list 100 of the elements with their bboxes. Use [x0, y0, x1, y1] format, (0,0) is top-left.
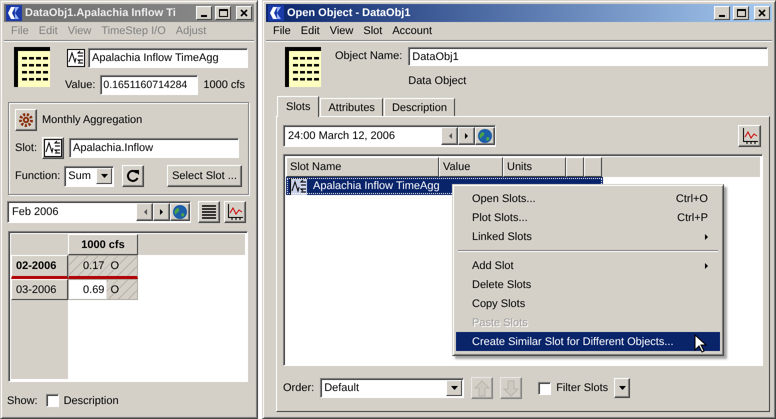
column-header: Units: [503, 157, 566, 177]
date-picker[interactable]: Feb 2006: [7, 201, 191, 223]
menu-item[interactable]: Account: [387, 25, 438, 37]
row-header[interactable]: 02-2006: [11, 255, 68, 279]
menu-item[interactable]: Linked Slots: [456, 227, 720, 246]
row-header[interactable]: 03-2006: [11, 279, 68, 300]
next-button[interactable]: [458, 127, 475, 145]
slot-label: Slot:: [15, 142, 38, 154]
right-arrow-icon: [465, 133, 468, 139]
globe-button[interactable]: [475, 127, 495, 145]
slot-name-field[interactable]: Apalachia Inflow TimeAgg: [88, 48, 248, 68]
description-checkbox[interactable]: [46, 394, 59, 407]
object-type-label: Data Object: [408, 75, 468, 87]
data-object-icon: [285, 47, 321, 87]
close-button[interactable]: [236, 6, 252, 20]
slot-type-button[interactable]: [65, 47, 86, 68]
list-view-button[interactable]: [198, 201, 220, 223]
close-icon: [758, 9, 766, 17]
globe-icon: [477, 128, 493, 144]
order-label: Order:: [283, 382, 314, 394]
checkbox-label: Description: [64, 394, 119, 406]
slot-name: Apalachia Inflow TimeAgg: [313, 180, 440, 192]
filter-options-button[interactable]: [614, 378, 630, 398]
value-label: Value:: [65, 79, 96, 91]
show-label: Show:: [7, 394, 38, 406]
gear-icon: [18, 112, 34, 128]
maximize-button[interactable]: [733, 6, 749, 20]
tab[interactable]: Description: [384, 98, 455, 116]
filter-checkbox[interactable]: [538, 382, 552, 394]
value-field[interactable]: 0.1651160714284: [100, 75, 198, 95]
submenu-arrow-icon: [705, 262, 708, 268]
maximize-button[interactable]: [215, 6, 231, 20]
select-slot-button[interactable]: Select Slot ...: [167, 165, 242, 187]
function-dropdown[interactable]: Sum: [64, 166, 114, 186]
menu-item[interactable]: Plot Slots... Ctrl+P: [456, 208, 720, 227]
app-logo-icon: [6, 5, 22, 21]
order-dropdown[interactable]: Default: [320, 378, 464, 398]
window-title: DataObj1.Apalachia Inflow Ti: [25, 7, 177, 19]
minimize-button[interactable]: [714, 6, 730, 20]
menu-item[interactable]: Edit: [296, 25, 325, 37]
mouse-pointer-icon: [694, 334, 708, 353]
refresh-icon: [125, 168, 142, 184]
globe-icon: [172, 204, 188, 220]
column-header: [566, 157, 584, 177]
date-field[interactable]: 24:00 March 12, 2006: [284, 130, 441, 142]
slot-field[interactable]: Apalachia.Inflow: [69, 138, 240, 158]
plot-button[interactable]: [224, 201, 246, 223]
table-cell: 0.69 O: [68, 279, 138, 300]
function-label: Function:: [15, 170, 60, 182]
maximize-icon: [218, 9, 228, 17]
slot-icon-button[interactable]: [42, 137, 64, 159]
date-field[interactable]: Feb 2006: [8, 206, 136, 218]
date-picker[interactable]: 24:00 March 12, 2006: [283, 125, 496, 147]
shortcut-label: Ctrl+O: [676, 192, 708, 204]
tab[interactable]: Attributes: [320, 98, 383, 116]
refresh-button[interactable]: [122, 165, 144, 187]
up-arrow-icon: [474, 380, 490, 396]
previous-button[interactable]: [136, 203, 153, 221]
shortcut-label: Ctrl+P: [677, 212, 708, 224]
plot-button[interactable]: [738, 125, 761, 147]
object-name-field[interactable]: DataObj1: [408, 47, 768, 66]
maximize-icon: [736, 9, 746, 17]
data-object-icon: [14, 47, 50, 87]
column-header: 1000 cfs: [68, 234, 138, 255]
menu-item[interactable]: File: [268, 25, 296, 37]
object-name-label: Object Name:: [335, 50, 402, 62]
slot-type-icon: [44, 139, 62, 157]
menu-item[interactable]: Slot: [358, 25, 388, 37]
next-button[interactable]: [153, 203, 170, 221]
units-label: 1000 cfs: [203, 79, 245, 91]
menu-item[interactable]: Copy Slots: [456, 294, 720, 313]
dropdown-arrow-icon: [618, 386, 626, 390]
right-arrow-icon: [160, 209, 163, 215]
column-header: Slot Name: [286, 157, 439, 177]
column-header: Value: [439, 157, 503, 177]
slot-type-icon: [66, 48, 84, 66]
app-logo-icon: [268, 5, 284, 21]
close-icon: [240, 9, 248, 17]
chart-icon: [227, 204, 243, 220]
checkbox-label: Filter Slots: [556, 382, 608, 394]
menu-item[interactable]: View: [324, 25, 358, 37]
tab[interactable]: Slots: [277, 96, 320, 117]
chart-icon: [742, 128, 758, 144]
menu-item[interactable]: Delete Slots: [456, 275, 720, 294]
table-cell: 0.17 O: [68, 255, 138, 279]
menu-item[interactable]: Create Similar Slot for Different Objects...: [456, 332, 720, 351]
left-arrow-icon: [448, 133, 452, 139]
down-arrow-icon: [503, 380, 520, 396]
slot-type-icon: [290, 178, 307, 194]
minimize-button[interactable]: [196, 6, 212, 20]
submenu-arrow-icon: [705, 234, 708, 240]
left-arrow-icon: [142, 209, 146, 215]
dropdown-arrow-icon: [450, 386, 458, 390]
window-title: Open Object - DataObj1: [287, 7, 412, 19]
gear-button[interactable]: [15, 109, 37, 131]
previous-button[interactable]: [441, 127, 458, 145]
globe-button[interactable]: [170, 203, 190, 221]
menu-item[interactable]: Add Slot: [456, 256, 720, 275]
close-button[interactable]: [754, 6, 770, 20]
dropdown-arrow-icon: [100, 174, 108, 178]
